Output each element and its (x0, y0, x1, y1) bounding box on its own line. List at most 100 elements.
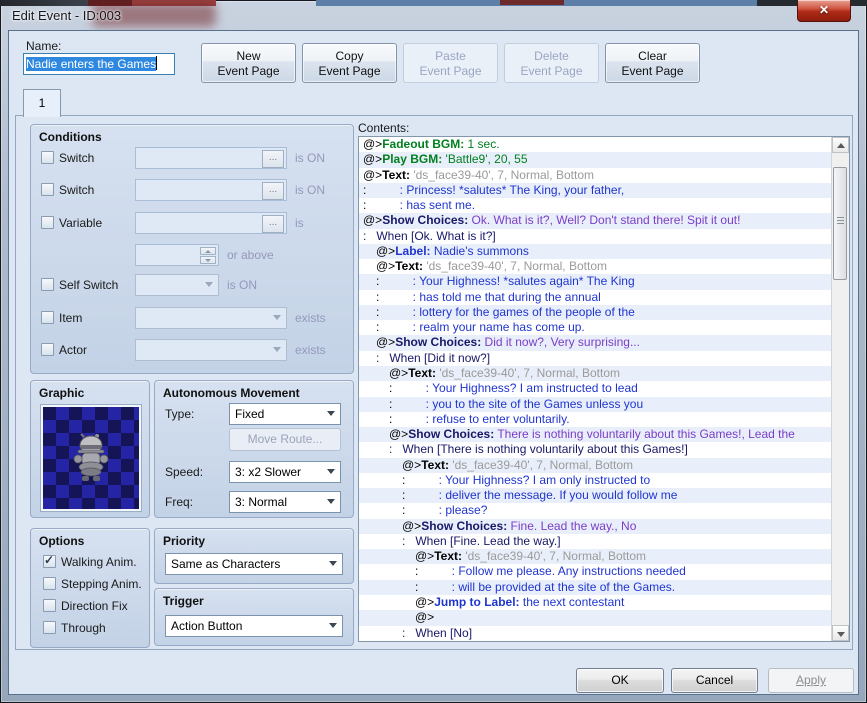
direction-fix-checkbox[interactable] (43, 599, 56, 612)
event-command-row[interactable]: @>Text: 'ds_face39-40', 7, Normal, Botto… (359, 365, 832, 382)
scroll-down-icon[interactable] (832, 625, 849, 641)
switch1-field[interactable]: ... (135, 147, 287, 169)
variable-browse-button[interactable]: ... (262, 215, 284, 233)
actor-checkbox[interactable] (41, 343, 54, 356)
switch1-checkbox[interactable] (41, 151, 54, 164)
event-command-row[interactable]: @>Show Choices: Fine. Lead the way., No (359, 518, 832, 534)
variable-checkbox[interactable] (41, 216, 54, 229)
contents-list[interactable]: @>Fadeout BGM: 1 sec. @>Play BGM: 'Battle… (358, 136, 850, 642)
event-command-row[interactable]: @> (359, 610, 832, 626)
stepper-down-icon[interactable] (200, 256, 216, 264)
event-command-row[interactable]: : : Follow me please. Any instructions n… (359, 564, 832, 579)
event-command-row[interactable]: : : lottery for the games of the people … (359, 304, 832, 321)
chevron-down-icon (205, 282, 213, 287)
switch2-checkbox[interactable] (41, 183, 54, 196)
event-command-row[interactable]: : : please? (359, 503, 832, 518)
event-graphic-box[interactable] (41, 405, 141, 511)
chevron-down-icon (273, 347, 281, 352)
event-command-row[interactable]: : : realm your name has come up. (359, 320, 832, 335)
stepping-anim-label: Stepping Anim. (61, 577, 142, 591)
switch2-field[interactable]: ... (135, 179, 287, 201)
event-command-row[interactable]: : : will be provided at the site of the … (359, 579, 832, 595)
delete-event-page-button[interactable]: Delete Event Page (504, 43, 599, 83)
close-button[interactable]: ✕ (797, 0, 851, 22)
self-switch-dropdown[interactable] (135, 274, 219, 296)
trigger-dropdown[interactable]: Action Button (165, 615, 343, 637)
through-checkbox[interactable] (43, 621, 56, 634)
event-command-row[interactable]: @>Label: Nadie's summons (359, 243, 832, 260)
priority-dropdown[interactable]: Same as Characters (165, 553, 343, 575)
paste-event-page-button[interactable]: Paste Event Page (403, 43, 498, 83)
text-caret (156, 56, 158, 70)
event-command-row[interactable]: @>Play BGM: 'Battle9', 20, 55 (359, 152, 832, 168)
event-command-row[interactable]: : : Your Highness! *salutes again* The K… (359, 274, 832, 290)
scroll-up-icon[interactable] (832, 137, 849, 153)
event-command-row[interactable]: @>Text: 'ds_face39-40', 7, Normal, Botto… (359, 168, 832, 183)
type-label: Type: (165, 407, 195, 421)
speed-label: Speed: (165, 465, 204, 479)
item-checkbox[interactable] (41, 311, 54, 324)
walking-anim-checkbox[interactable] (43, 553, 56, 568)
vertical-scrollbar[interactable] (831, 137, 849, 641)
movement-type-dropdown[interactable]: Fixed (229, 403, 341, 425)
variable-value-stepper[interactable] (135, 244, 219, 266)
actor-label: Actor (59, 343, 88, 357)
walking-anim-label: Walking Anim. (61, 555, 137, 569)
scrollbar-thumb[interactable] (833, 167, 847, 280)
conditions-group: Conditions Switch ... is ON Switch ... i… (30, 124, 354, 374)
switch1-label: Switch (59, 151, 95, 165)
self-switch-label: Self Switch (59, 278, 119, 292)
switch1-browse-button[interactable]: ... (262, 150, 284, 168)
item-label: Item (59, 311, 83, 325)
move-route-button[interactable]: Move Route... (229, 428, 341, 451)
freq-label: Freq: (165, 495, 194, 509)
event-command-row[interactable]: : : Your Highness? I am only instructed … (359, 473, 832, 488)
event-command-row[interactable]: @>Fadeout BGM: 1 sec. (359, 137, 832, 152)
switch2-browse-button[interactable]: ... (262, 182, 284, 200)
contents-label: Contents: (358, 121, 410, 135)
stepping-anim-checkbox[interactable] (43, 577, 56, 590)
name-label: Name: (26, 39, 62, 53)
options-title: Options (39, 534, 85, 548)
item-dropdown[interactable] (135, 307, 287, 329)
event-name-input[interactable]: Nadie enters the Games (23, 53, 175, 75)
event-command-row[interactable]: @>Show Choices: There is nothing volunta… (359, 427, 832, 443)
event-command-row[interactable]: @>Jump to Label: the next contestant (359, 595, 832, 610)
event-command-row[interactable]: : : has sent me. (359, 198, 832, 213)
conditions-title: Conditions (39, 130, 102, 144)
direction-fix-label: Direction Fix (61, 599, 128, 613)
stepper-up-icon[interactable] (200, 247, 216, 255)
apply-button[interactable]: Apply (768, 668, 854, 693)
cancel-button[interactable]: Cancel (671, 668, 758, 693)
event-command-row[interactable]: : When [No] (359, 626, 832, 641)
event-command-row[interactable]: @>Show Choices: Ok. What is it?, Well? D… (359, 213, 832, 229)
movement-freq-dropdown[interactable]: 3: Normal (229, 491, 341, 513)
options-group: Options Walking Anim. Stepping Anim. Dir… (30, 528, 150, 648)
event-command-row[interactable]: : : you to the site of the Games unless … (359, 396, 832, 412)
event-command-row[interactable]: : When [There is nothing voluntarily abo… (359, 442, 832, 457)
self-switch-checkbox[interactable] (41, 278, 54, 291)
graphic-group: Graphic (30, 380, 150, 518)
event-command-row[interactable]: : : Your Highness? I am instructed to le… (359, 381, 832, 396)
actor-dropdown[interactable] (135, 339, 287, 361)
event-command-row[interactable]: @>Text: 'ds_face39-40', 7, Normal, Botto… (359, 549, 832, 565)
variable-field[interactable]: ... (135, 212, 287, 234)
event-command-row[interactable]: : : refuse to enter voluntarily. (359, 412, 832, 427)
copy-event-page-button[interactable]: Copy Event Page (302, 43, 397, 83)
new-event-page-button[interactable]: New Event Page (201, 43, 296, 83)
event-command-row[interactable]: : When [Did it now?] (359, 351, 832, 366)
event-command-row[interactable]: : When [Ok. What is it?] (359, 229, 832, 244)
event-command-row[interactable]: @>Text: 'ds_face39-40', 7, Normal, Botto… (359, 457, 832, 473)
event-command-row[interactable]: : : deliver the message. If you would fo… (359, 488, 832, 504)
event-command-row[interactable]: : : has told me that during the annual (359, 290, 832, 305)
event-command-row[interactable]: @>Text: 'ds_face39-40', 7, Normal, Botto… (359, 259, 832, 274)
event-command-row[interactable]: @>Show Choices: Did it now?, Very surpri… (359, 335, 832, 351)
tab-page-1[interactable]: 1 (23, 89, 61, 117)
event-command-row[interactable]: : : Princess! *salutes* The King, your f… (359, 182, 832, 199)
clear-event-page-button[interactable]: Clear Event Page (605, 43, 700, 83)
movement-speed-dropdown[interactable]: 3: x2 Slower (229, 461, 341, 483)
event-command-row[interactable]: : When [Fine. Lead the way.] (359, 534, 832, 549)
ok-button[interactable]: OK (576, 668, 664, 693)
title-bar[interactable]: Edit Event - ID:003 ✕ (0, 0, 867, 30)
close-icon: ✕ (818, 3, 830, 17)
